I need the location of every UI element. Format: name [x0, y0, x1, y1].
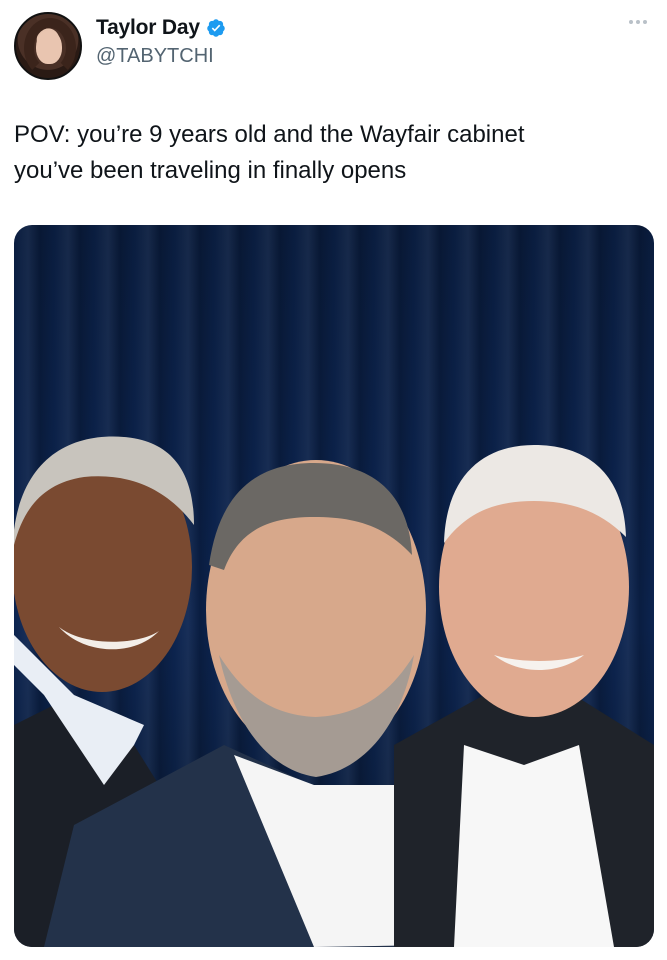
tweet-text-line: you’ve been traveling in finally opens: [14, 157, 407, 184]
more-options-icon[interactable]: [629, 20, 647, 24]
tweet-card: Taylor Day @TABYTCHI POV: you’re 9 years…: [0, 0, 667, 960]
author-avatar[interactable]: [14, 12, 82, 80]
tweet-text-line: POV: you’re 9 years old and the Wayfair …: [14, 121, 525, 148]
avatar-face: [36, 30, 62, 64]
tweet-text: POV: you’re 9 years old and the Wayfair …: [14, 117, 634, 189]
author-name-row: Taylor Day: [96, 16, 226, 40]
dot: [636, 20, 640, 24]
author-handle[interactable]: @TABYTCHI: [96, 45, 214, 68]
photo-subjects: [14, 436, 654, 947]
tweet-photo[interactable]: [14, 225, 654, 947]
author-display-name[interactable]: Taylor Day: [96, 16, 200, 40]
verified-badge-icon: [207, 19, 225, 37]
dot: [643, 20, 647, 24]
dot: [629, 20, 633, 24]
